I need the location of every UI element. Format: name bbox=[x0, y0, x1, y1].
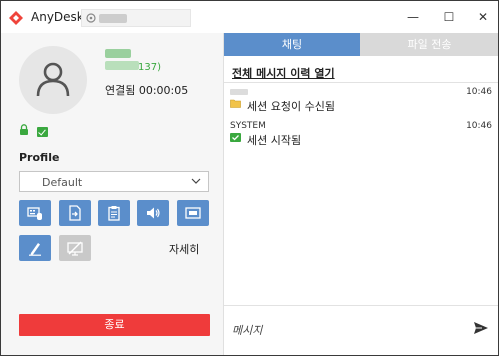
folder-icon bbox=[230, 99, 241, 108]
session-address-redacted bbox=[99, 14, 127, 23]
screen-icon bbox=[185, 207, 201, 219]
minimize-button[interactable]: — bbox=[405, 9, 421, 25]
message-sender: SYSTEM bbox=[230, 121, 266, 131]
audio-button[interactable] bbox=[137, 200, 169, 226]
message-input[interactable] bbox=[232, 321, 462, 339]
check-icon bbox=[230, 133, 241, 142]
more-options-link[interactable]: 자세히 bbox=[169, 241, 199, 257]
pin-icon bbox=[86, 13, 96, 23]
profile-selected-value: Default bbox=[42, 176, 83, 189]
message-time: 10:46 bbox=[466, 121, 492, 131]
title-bar: AnyDesk — ☐ ✕ bbox=[1, 1, 498, 33]
message-text: 세션 요청이 수신됨 bbox=[247, 100, 335, 113]
display-off-button[interactable] bbox=[59, 235, 91, 261]
session-tab[interactable] bbox=[81, 9, 191, 27]
avatar bbox=[19, 46, 87, 114]
verified-check-icon bbox=[36, 127, 48, 137]
clipboard-button[interactable] bbox=[98, 200, 130, 226]
chat-panel: 채팅 파일 전송 전체 메시지 이력 열기 10:46 세션 요청이 수신됨 S… bbox=[223, 33, 498, 355]
chevron-down-icon bbox=[191, 178, 201, 184]
app-title: AnyDesk bbox=[31, 10, 84, 24]
send-icon[interactable] bbox=[473, 320, 489, 336]
message-sender-redacted bbox=[230, 89, 248, 95]
user-icon bbox=[36, 62, 70, 97]
profile-label: Profile bbox=[19, 151, 60, 164]
whiteboard-icon bbox=[29, 243, 41, 256]
open-history-link[interactable]: 전체 메시지 이력 열기 bbox=[232, 65, 335, 81]
tab-file-transfer[interactable]: 파일 전송 bbox=[360, 33, 498, 56]
connection-status: 연결됨 00:00:05 bbox=[105, 84, 189, 97]
screen-button[interactable] bbox=[177, 200, 209, 226]
message-composer bbox=[224, 305, 498, 355]
whiteboard-button[interactable] bbox=[19, 235, 51, 261]
display-off-icon bbox=[67, 241, 83, 256]
close-button[interactable]: ✕ bbox=[475, 9, 491, 25]
chat-tabs: 채팅 파일 전송 bbox=[224, 33, 498, 56]
message-text: 세션 시작됨 bbox=[247, 134, 302, 147]
lock-icon bbox=[20, 124, 28, 135]
audio-icon bbox=[147, 207, 160, 219]
security-indicators bbox=[19, 124, 48, 138]
divider bbox=[224, 82, 498, 83]
file-transfer-button[interactable] bbox=[59, 200, 91, 226]
keyboard-mouse-icon bbox=[27, 207, 42, 220]
tab-chat[interactable]: 채팅 bbox=[224, 33, 360, 56]
clipboard-icon bbox=[108, 206, 120, 221]
file-transfer-icon bbox=[69, 205, 81, 221]
end-session-button[interactable]: 종료 bbox=[19, 314, 210, 336]
peer-id-suffix: 137) bbox=[138, 62, 161, 73]
keyboard-mouse-button[interactable] bbox=[19, 200, 51, 226]
profile-dropdown[interactable]: Default bbox=[19, 171, 209, 192]
message-time: 10:46 bbox=[466, 87, 492, 97]
anydesk-window: AnyDesk — ☐ ✕ 137) 연결됨 00:00:05 Profile … bbox=[0, 0, 499, 356]
session-panel: 137) 연결됨 00:00:05 Profile Default 자세히 종료 bbox=[1, 33, 223, 355]
anydesk-logo-icon bbox=[9, 11, 23, 25]
maximize-button[interactable]: ☐ bbox=[441, 9, 457, 25]
